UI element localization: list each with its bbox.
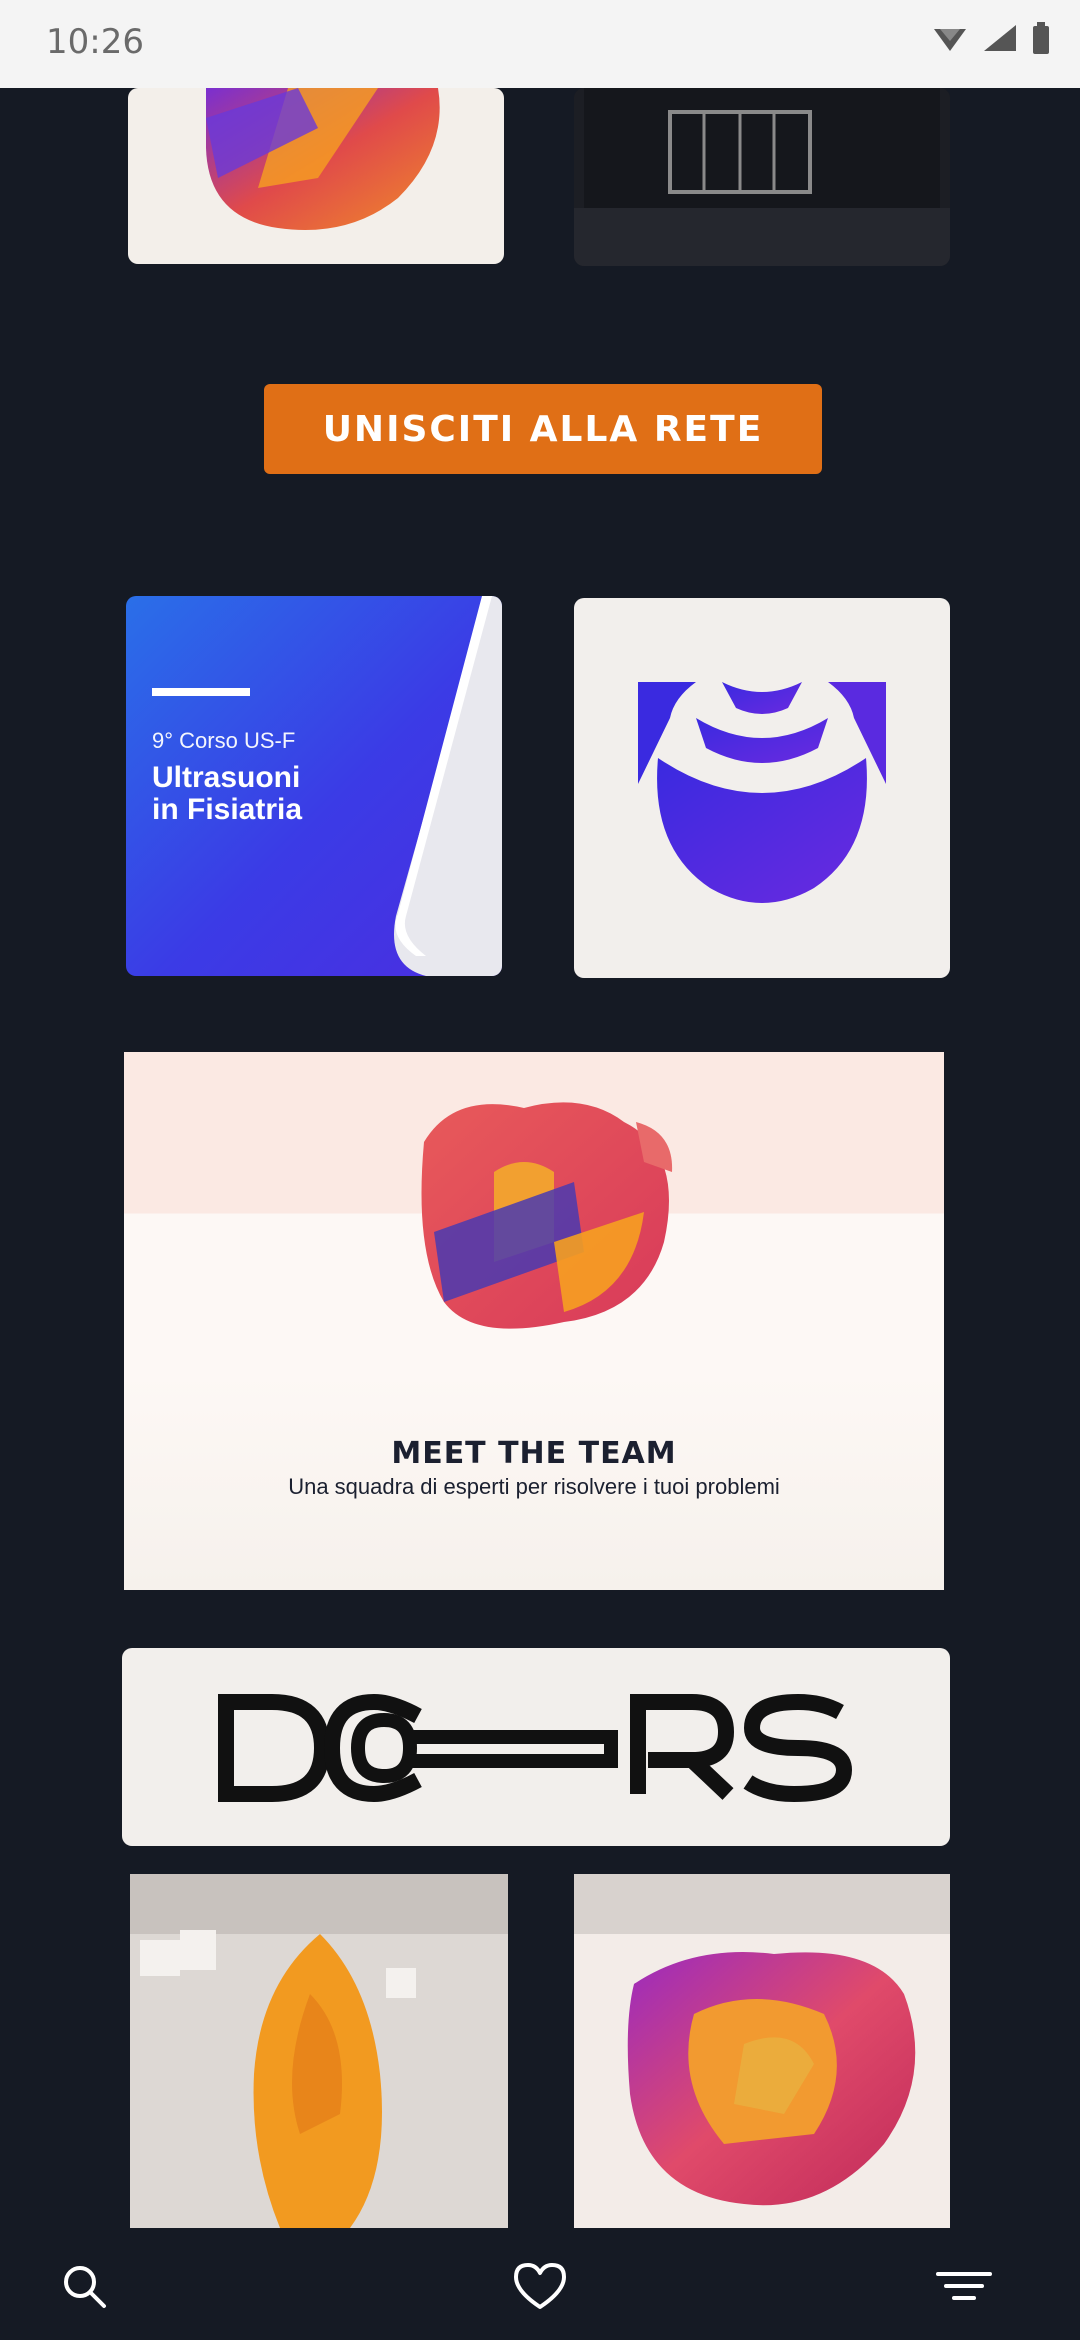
- favorites-button[interactable]: [512, 2258, 568, 2314]
- course-title-line2: in Fisiatria: [152, 793, 303, 826]
- portfolio-card-course[interactable]: 9° Corso US-F Ultrasuoni in Fisiatria: [126, 596, 502, 976]
- team-subtitle: Una squadra di esperti per risolvere i t…: [288, 1474, 780, 1499]
- course-subtitle: 9° Corso US-F: [152, 728, 296, 753]
- bottom-navigation: [0, 2228, 1080, 2340]
- portfolio-card-heart-bottom[interactable]: [574, 1874, 950, 2228]
- battery-icon: [1033, 22, 1049, 54]
- search-icon: [64, 2266, 106, 2308]
- join-network-button[interactable]: UNISCITI ALLA RETE: [264, 384, 822, 474]
- status-time: 10:26: [46, 22, 144, 62]
- orange-figure-image: [130, 1874, 508, 2228]
- team-title: MEET THE TEAM: [391, 1436, 677, 1471]
- doors-logo: [218, 1693, 853, 1803]
- portfolio-card-orange-figure[interactable]: [130, 1874, 508, 2228]
- course-text: 9° Corso US-F Ultrasuoni in Fisiatria: [152, 688, 302, 826]
- doors-logo-card[interactable]: [122, 1648, 950, 1846]
- portfolio-card-heart-top[interactable]: [128, 88, 504, 264]
- search-button[interactable]: [56, 2258, 112, 2314]
- status-icons: [932, 22, 1050, 54]
- heart-logo-image-bottom: [574, 1874, 950, 2206]
- wifi-icon: [934, 29, 966, 51]
- heart-icon: [514, 2263, 566, 2309]
- status-bar: 10:26: [0, 0, 1080, 88]
- course-title-line1: Ultrasuoni: [152, 761, 301, 794]
- ultrasound-logo-image: [638, 682, 886, 903]
- portfolio-card-ultrasound-logo[interactable]: [574, 598, 950, 978]
- menu-button[interactable]: [936, 2258, 992, 2314]
- signal-icon: [984, 25, 1016, 51]
- course-accent-bar: [152, 688, 250, 696]
- building-photo: [574, 88, 950, 266]
- portfolio-card-building-top[interactable]: [574, 88, 950, 266]
- meet-the-team-card[interactable]: MEET THE TEAM Una squadra di esperti per…: [124, 1052, 944, 1590]
- heart-logo-image: [206, 88, 440, 230]
- menu-icon: [936, 2272, 992, 2300]
- team-heart-logo-image: [421, 1102, 673, 1329]
